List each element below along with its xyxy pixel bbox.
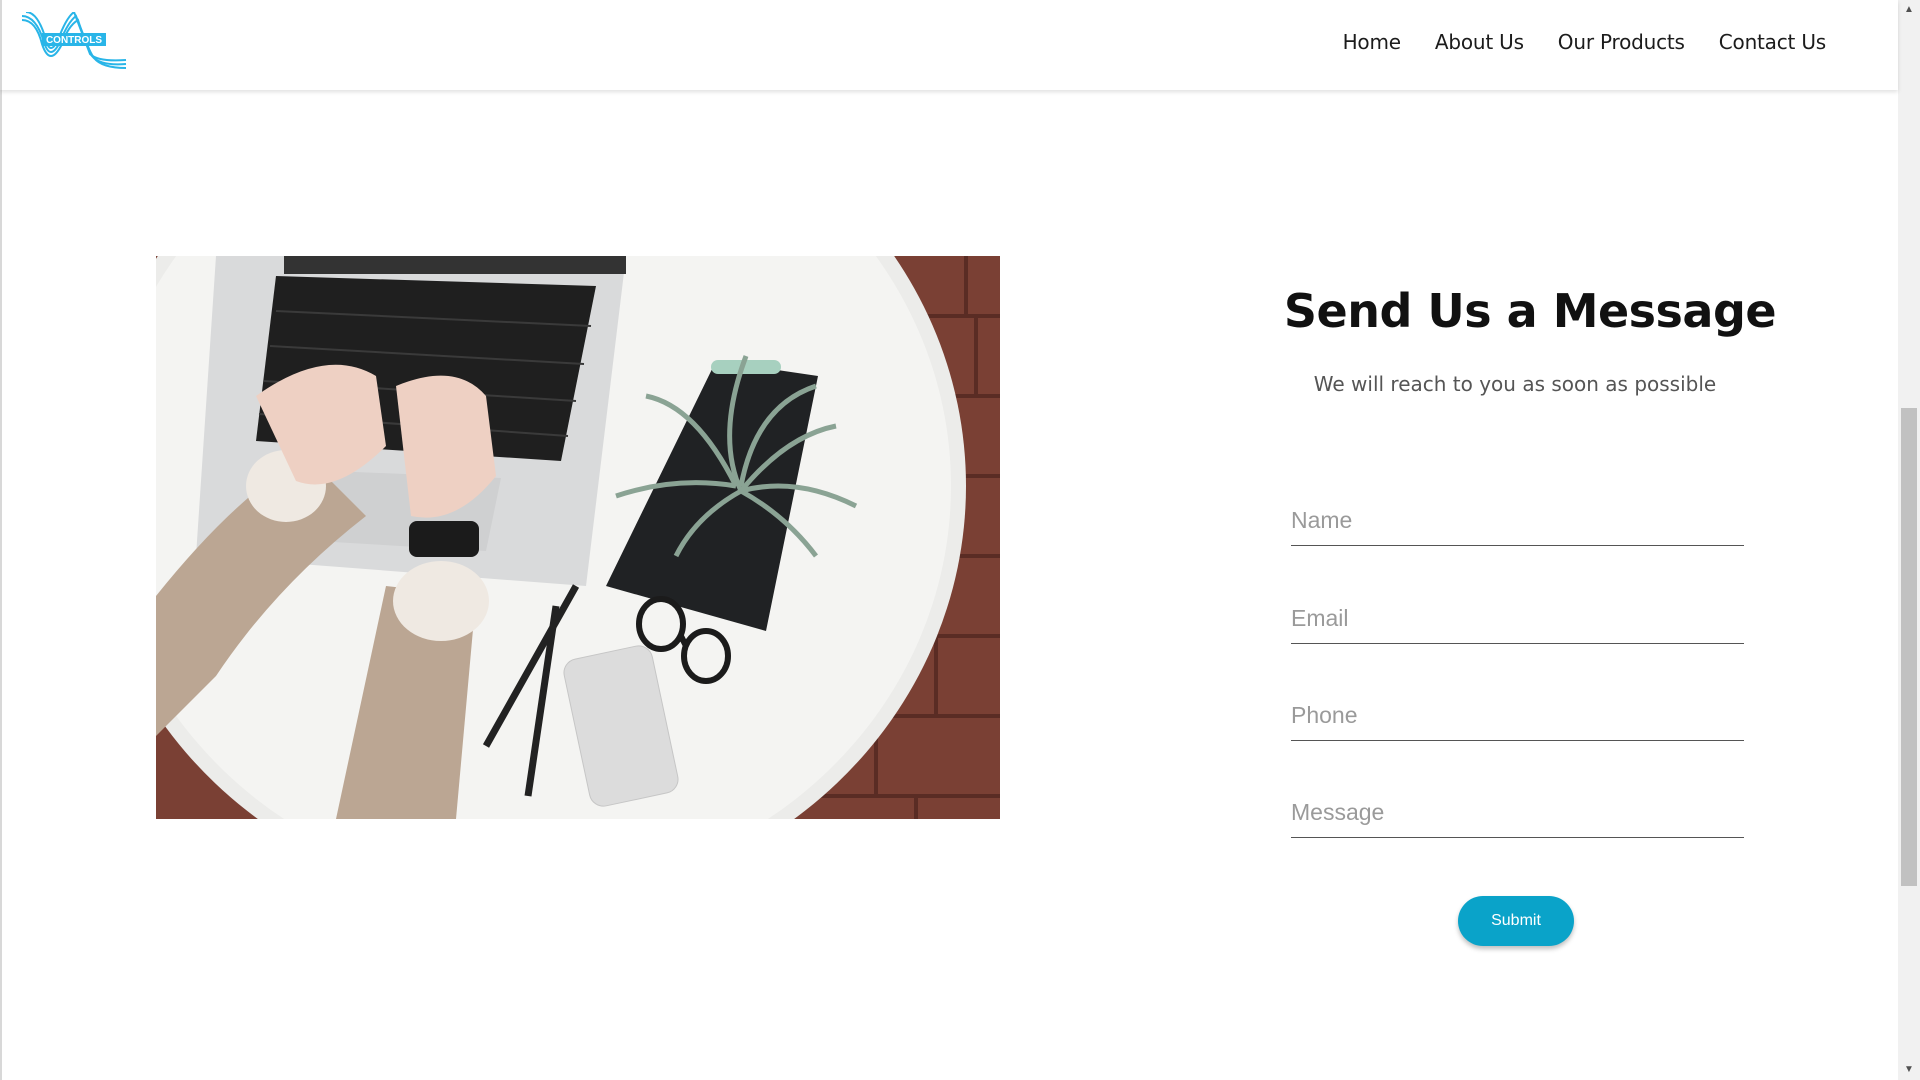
nav-contact-us[interactable]: Contact Us: [1719, 30, 1826, 54]
controls-logo[interactable]: CONTROLS: [20, 10, 130, 70]
site-header: CONTROLS Home About Us Our Products Cont…: [0, 0, 1898, 90]
name-field[interactable]: [1291, 502, 1744, 546]
main-nav: Home About Us Our Products Contact Us: [1343, 30, 1827, 54]
page-scrollbar[interactable]: ▲ ▼: [1898, 0, 1920, 1080]
scroll-down-icon[interactable]: ▼: [1898, 1060, 1920, 1080]
message-field[interactable]: [1291, 794, 1744, 838]
logo-text: CONTROLS: [46, 35, 102, 46]
nav-our-products[interactable]: Our Products: [1558, 30, 1685, 54]
nav-home[interactable]: Home: [1343, 30, 1401, 54]
email-field[interactable]: [1291, 600, 1744, 644]
form-title: Send Us a Message: [1283, 284, 1777, 338]
form-subtitle: We will reach to you as soon as possible: [1313, 372, 1717, 396]
nav-about-us[interactable]: About Us: [1435, 30, 1524, 54]
scroll-thumb[interactable]: [1901, 408, 1917, 886]
phone-field[interactable]: [1291, 697, 1744, 741]
laptop-desk-photo: [156, 256, 1000, 819]
page-edge: [0, 90, 2, 1080]
submit-button[interactable]: Submit: [1458, 896, 1574, 946]
scroll-up-icon[interactable]: ▲: [1898, 0, 1920, 20]
